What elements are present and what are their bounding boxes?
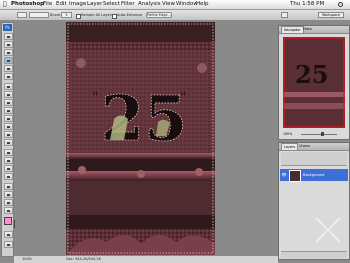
screen-mode-icon[interactable] [3,241,13,248]
toolbox: Ps [1,22,15,257]
app-menu[interactable]: Photoshop [11,0,44,9]
menu-view[interactable]: View [162,0,175,9]
auto-enhance-label: Auto-Enhance [117,13,143,17]
dodge-tool-icon[interactable] [3,139,13,146]
eye-icon[interactable]: 👁 [281,172,287,178]
menu-window[interactable]: Window [176,0,198,9]
menu-file[interactable]: File [43,0,52,9]
slice-tool-icon[interactable] [3,73,13,80]
tool-preset-picker[interactable] [17,12,27,18]
clock: Thu 1:58 PM [290,1,325,7]
gradient-tool-icon[interactable] [3,123,13,130]
navigator-zoom-value: 100% [283,132,293,136]
layer-row-background[interactable]: 👁 Background [280,169,348,182]
tab-layers[interactable]: Layers [281,143,299,150]
menu-image[interactable]: Image [69,0,86,9]
crop-tool-icon[interactable] [3,65,13,72]
quick-selection-tool-icon[interactable] [3,57,13,64]
layers-options-row [281,152,347,166]
svg-text:": " [92,90,98,106]
path-selection-tool-icon[interactable] [3,165,13,172]
document-canvas[interactable]: 25 " " [66,22,215,255]
brush-tool-icon[interactable] [3,91,13,98]
navigator-zoom-row: 100% [283,131,345,137]
bridge-icon[interactable] [281,12,288,18]
layer-name[interactable]: Background [303,169,324,181]
apple-icon[interactable]:  [3,0,7,9]
menu-filter[interactable]: Filter [121,0,135,9]
blur-tool-icon[interactable] [3,131,13,138]
clone-stamp-tool-icon[interactable] [3,99,13,106]
workspace-menu[interactable]: Workspace [318,12,344,18]
svg-text:25: 25 [295,60,328,89]
menu-edit[interactable]: Edit [56,0,67,9]
workspace-area: Workspace [278,10,350,21]
type-tool-icon[interactable] [3,157,13,164]
move-tool-icon[interactable] [3,33,13,40]
canvas-image: 25 " " [66,22,215,255]
navigator-slider-handle[interactable] [321,132,324,136]
brush-label: Brush: [50,13,62,17]
selection-mode-buttons[interactable] [29,12,49,18]
svg-text:": " [180,90,186,106]
healing-brush-tool-icon[interactable] [3,83,13,90]
menu-layer[interactable]: Layer [87,0,102,9]
quick-mask-icon[interactable] [3,231,13,238]
layer-thumbnail [289,170,301,182]
refine-edge-button[interactable]: Refine Edge... [146,12,172,18]
brush-size-picker[interactable]: 5 [61,12,72,18]
sample-all-layers-label: Sample All Layers [81,13,114,17]
panel-watermark [315,217,341,243]
eyedropper-tool-icon[interactable] [3,191,13,198]
svg-text:25: 25 [101,82,187,155]
tab-histogram[interactable]: Histo [301,26,314,33]
navigator-zoom-slider[interactable] [301,133,337,135]
marquee-tool-icon[interactable] [3,41,13,48]
lasso-tool-icon[interactable] [3,49,13,56]
eraser-tool-icon[interactable] [3,115,13,122]
ps-logo: Ps [3,24,12,31]
layers-panel: Layers Chann 👁 Background [278,142,350,260]
navigator-thumbnail[interactable]: 25 [283,37,345,128]
options-bar: Brush: 5 Sample All Layers Auto-Enhance … [0,10,278,21]
navigator-preview: 25 [283,37,345,128]
menu-select[interactable]: Select [103,0,120,9]
spotlight-icon[interactable] [338,1,343,7]
layers-footer-buttons[interactable] [281,251,347,258]
foreground-color-swatch[interactable] [4,217,12,225]
menu-bar:  Photoshop File Edit Image Layer Select… [0,0,350,10]
history-brush-tool-icon[interactable] [3,107,13,114]
hand-tool-icon[interactable] [3,199,13,206]
navigator-tabs: Navigator Histo [279,26,349,34]
zoom-tool-icon[interactable] [3,207,13,214]
menu-analysis[interactable]: Analysis [138,0,161,9]
navigator-panel: Navigator Histo 25 100% [278,25,350,140]
pen-tool-icon[interactable] [3,149,13,156]
shape-tool-icon[interactable] [3,173,13,180]
layers-tabs: Layers Chann [279,143,349,151]
menu-help[interactable]: Help [196,0,209,9]
notes-tool-icon[interactable] [3,183,13,190]
tab-channels[interactable]: Chann [297,143,312,150]
